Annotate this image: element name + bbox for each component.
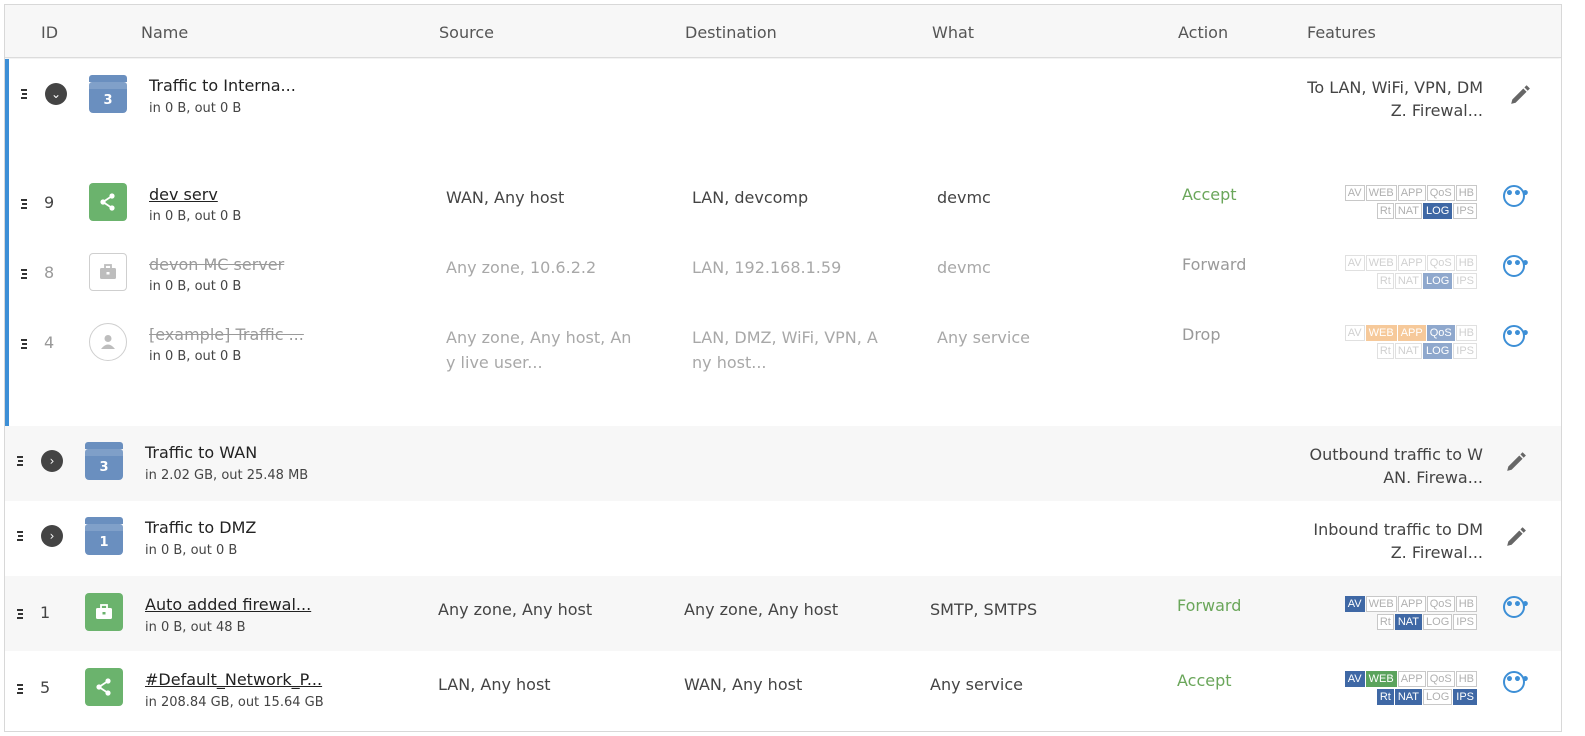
rule-source: WAN, Any host [446,188,565,207]
table-row[interactable]: 8 devon MC server in 0 B, out 0 B Any zo… [9,229,1561,299]
edit-pencil-icon[interactable] [1509,83,1531,105]
col-header-source[interactable]: Source [439,23,494,42]
firewall-rules-table: ID Name Source Destination What Action F… [4,4,1562,732]
table-row[interactable]: 9 dev serv in 0 B, out 0 B WAN, Any host… [9,159,1561,229]
rule-destination: LAN, 192.168.1.59 [692,258,842,277]
group-description: Outbound traffic to W AN. Firewa... [1309,445,1483,487]
drag-handle-icon[interactable] [21,339,27,349]
rule-source: Any zone, 10.6.2.2 [446,258,597,277]
chevron-down-icon[interactable]: ⌄ [45,83,67,105]
rule-destination: LAN, devcomp [692,188,809,207]
rule-source: Any zone, Any host, An y live user... [446,328,632,372]
group-row-internal[interactable]: ⌄ 3 Traffic to Interna... in 0 B, out 0 … [9,59,1561,135]
rule-service: devmc [937,188,991,207]
drag-handle-icon[interactable] [21,269,27,279]
drag-handle-icon[interactable] [17,456,23,466]
col-header-action[interactable]: Action [1178,23,1228,42]
drag-handle-icon[interactable] [21,199,27,209]
col-header-name[interactable]: Name [141,23,188,42]
rule-group-internal: ⌄ 3 Traffic to Interna... in 0 B, out 0 … [5,59,1561,426]
rule-id: 1 [40,603,51,622]
group-row-wan[interactable]: › 3 Traffic to WAN in 2.02 GB, out 25.48… [5,426,1561,501]
rule-traffic: in 0 B, out 48 B [145,620,246,635]
rule-id: 8 [44,263,55,282]
rule-feature-tags: AV WEB APP QoS HB Rt NAT LOG IPS [1305,255,1477,291]
rule-source: Any zone, Any host [438,600,593,619]
col-header-destination[interactable]: Destination [685,23,777,42]
rule-name-link[interactable]: devon MC server [149,255,284,274]
chevron-right-icon[interactable]: › [41,525,63,547]
rule-action: Accept [1177,671,1232,690]
rule-service: devmc [937,258,991,277]
more-options-icon[interactable]: ••• [1503,255,1530,277]
more-options-icon[interactable]: ••• [1503,596,1530,618]
rule-traffic: in 0 B, out 0 B [149,279,242,294]
rule-feature-tags: AV WEB APP QoS HB Rt NAT LOG IPS [1305,325,1477,361]
rule-group-icon: 3 [85,442,123,480]
col-header-what[interactable]: What [932,23,974,42]
edit-pencil-icon[interactable] [1505,525,1527,547]
rule-traffic: in 0 B, out 0 B [149,349,242,364]
more-options-icon[interactable]: ••• [1503,325,1530,347]
drag-handle-icon[interactable] [17,531,23,541]
rule-name-link[interactable]: Auto added firewal... [145,595,311,614]
rule-id: 5 [40,678,51,697]
group-title: Traffic to DMZ [145,518,257,537]
rule-source: LAN, Any host [438,675,551,694]
rule-destination: Any zone, Any host [684,600,839,619]
drag-handle-icon[interactable] [21,89,27,99]
rule-service: SMTP, SMTPS [930,600,1038,619]
rule-name-link[interactable]: #Default_Network_P... [145,670,322,689]
group-traffic: in 0 B, out 0 B [145,543,238,558]
more-options-icon[interactable]: ••• [1503,671,1530,693]
rule-service: Any service [930,675,1023,694]
share-icon [85,668,123,706]
rule-traffic: in 208.84 GB, out 15.64 GB [145,695,324,710]
rule-feature-tags: AV WEB APP QoS HB Rt NAT LOG IPS [1305,596,1477,632]
group-row-dmz[interactable]: › 1 Traffic to DMZ in 0 B, out 0 B Inbou… [5,501,1561,576]
rule-destination: LAN, DMZ, WiFi, VPN, Any host... [692,328,878,372]
group-title: Traffic to Interna... [149,76,296,95]
rule-group-icon: 3 [89,75,127,113]
rule-name-link[interactable]: [example] Traffic ... [149,325,304,344]
group-description: Inbound traffic to DM Z. Firewal... [1313,520,1483,562]
rule-group-icon: 1 [85,517,123,555]
group-traffic: in 2.02 GB, out 25.48 MB [145,468,309,483]
share-icon [89,183,127,221]
col-header-features[interactable]: Features [1307,23,1376,42]
rule-feature-tags: AV WEB APP QoS HB Rt NAT LOG IPS [1305,671,1477,707]
rule-feature-tags: AV WEB APP QoS HB Rt NAT LOG IPS [1305,185,1477,221]
rule-service: Any service [937,328,1030,347]
rule-action: Forward [1182,255,1247,274]
table-row[interactable]: 4 [example] Traffic ... in 0 B, out 0 B … [9,299,1561,399]
briefcase-icon [85,593,123,631]
rule-action: Drop [1182,325,1221,344]
table-row[interactable]: 5 #Default_Network_P... in 208.84 GB, ou… [5,651,1561,731]
rule-destination: WAN, Any host [684,675,803,694]
table-header: ID Name Source Destination What Action F… [5,5,1561,58]
rule-id: 4 [44,333,55,352]
user-icon [89,323,127,361]
drag-handle-icon[interactable] [17,684,23,694]
group-traffic: in 0 B, out 0 B [149,101,242,116]
rule-action: Accept [1182,185,1237,204]
table-row[interactable]: 1 Auto added firewal... in 0 B, out 48 B… [5,576,1561,651]
group-title: Traffic to WAN [145,443,258,462]
edit-pencil-icon[interactable] [1505,450,1527,472]
rule-id: 9 [44,193,55,212]
col-header-id[interactable]: ID [41,23,58,42]
group-description: To LAN, WiFi, VPN, DM Z. Firewal... [1307,78,1483,120]
rule-traffic: in 0 B, out 0 B [149,209,242,224]
chevron-right-icon[interactable]: › [41,450,63,472]
drag-handle-icon[interactable] [17,609,23,619]
rule-name-link[interactable]: dev serv [149,185,218,204]
more-options-icon[interactable]: ••• [1503,185,1530,207]
rule-action: Forward [1177,596,1242,615]
briefcase-icon [89,253,127,291]
